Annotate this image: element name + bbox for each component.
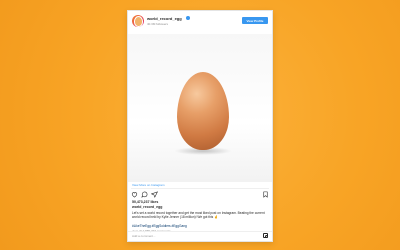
share-icon[interactable] [151, 191, 158, 198]
action-bar [131, 191, 271, 199]
instagram-embed-card: world_record_egg 40.3M followers View Pr… [127, 10, 273, 242]
egg-avatar-icon [133, 15, 143, 27]
verified-icon [186, 16, 190, 20]
post-header: world_record_egg 40.3M followers View Pr… [128, 11, 272, 34]
divider [131, 188, 269, 189]
hashtags[interactable]: #LikeTheEgg #EggSoldiers #EggGang [132, 224, 187, 228]
username[interactable]: world_record_egg [147, 16, 182, 21]
bookmark-icon[interactable] [262, 191, 269, 198]
view-more-link[interactable]: View More on Instagram [132, 183, 164, 187]
comment-icon[interactable] [141, 191, 148, 198]
avatar[interactable] [132, 15, 144, 27]
likes-count[interactable]: 50,473,237 likes [132, 200, 158, 204]
comment-input[interactable]: Add a comment... [132, 234, 156, 238]
egg-image [177, 72, 229, 150]
post-caption: Let's set a world record together and ge… [132, 211, 265, 220]
instagram-icon[interactable] [263, 233, 268, 238]
heart-icon[interactable] [131, 191, 138, 198]
post-photo[interactable] [128, 34, 272, 182]
comment-input-row[interactable]: Add a comment... [128, 231, 272, 241]
view-profile-button[interactable]: View Profile [242, 17, 268, 24]
profile-subline: 40.3M followers [147, 22, 169, 26]
caption-username[interactable]: world_record_egg [132, 205, 162, 209]
